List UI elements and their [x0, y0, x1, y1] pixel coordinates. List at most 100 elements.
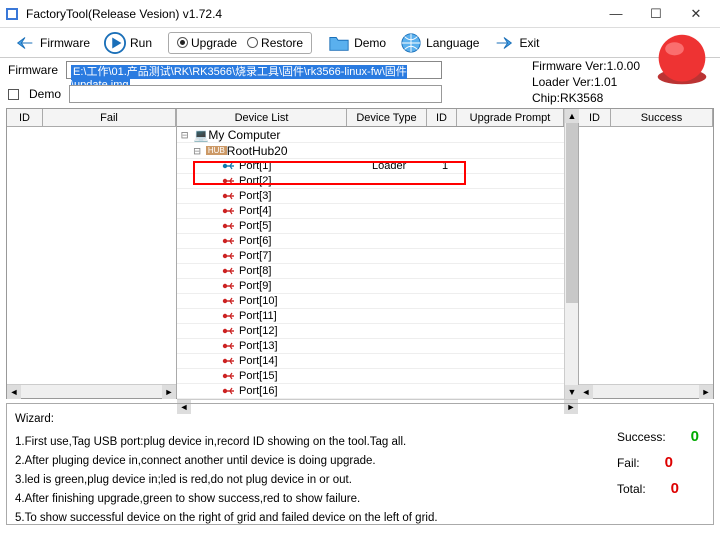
usb-icon	[222, 341, 234, 351]
tree-port[interactable]: Port[5]	[177, 219, 564, 234]
language-label: Language	[426, 36, 479, 50]
start-big-button[interactable]	[654, 32, 710, 88]
usb-icon	[222, 176, 234, 186]
demo-checkbox[interactable]	[8, 89, 19, 100]
language-button[interactable]: Language	[394, 30, 485, 56]
radio-icon	[177, 37, 188, 48]
stats-fail-label: Fail:	[617, 456, 640, 470]
exit-button[interactable]: Exit	[487, 30, 545, 56]
scroll-up-icon[interactable]: ▲	[565, 109, 579, 123]
tree-port[interactable]: Port[14]	[177, 354, 564, 369]
tree-port[interactable]: Port[3]	[177, 189, 564, 204]
exit-label: Exit	[519, 36, 539, 50]
scroll-down-icon[interactable]: ▼	[565, 385, 579, 399]
tree-port[interactable]: Port[11]	[177, 309, 564, 324]
scroll-thumb[interactable]	[566, 123, 578, 303]
tree-port[interactable]: Port[12]	[177, 324, 564, 339]
fail-header-id: ID	[7, 109, 43, 126]
scroll-right-icon[interactable]: ►	[162, 385, 176, 399]
maximize-button[interactable]: ☐	[636, 3, 676, 25]
tree-root[interactable]: ⊟ 💻 My Computer	[177, 127, 564, 143]
wizard-line: 5.To show successful device on the right…	[15, 509, 705, 528]
demo-label: Demo	[354, 36, 386, 50]
demo-row: Demo	[0, 82, 450, 106]
tree-port[interactable]: Port[4]	[177, 204, 564, 219]
device-tree[interactable]: ⊟ 💻 My Computer ⊟ HUB RootHub20 Port[1] …	[177, 127, 564, 399]
tree-port[interactable]: Port[2]	[177, 174, 564, 189]
main-grid-area: ID Fail ◄ ► Device List Device Type ID U…	[6, 108, 714, 399]
success-grid: ID Success ◄ ►	[578, 109, 713, 398]
success-header-success: Success	[611, 109, 713, 126]
usb-icon	[222, 206, 234, 216]
scrollbar-horizontal[interactable]: ◄ ►	[177, 399, 578, 400]
success-header-id: ID	[579, 109, 611, 126]
wizard-heading: Wizard:	[15, 410, 705, 429]
play-icon	[104, 32, 126, 54]
restore-radio[interactable]: Restore	[247, 36, 303, 50]
scrollbar-vertical[interactable]: ▲ ▼	[564, 109, 578, 399]
scrollbar-horizontal[interactable]: ◄ ►	[579, 384, 713, 398]
minimize-button[interactable]: —	[596, 3, 636, 25]
usb-icon	[222, 281, 234, 291]
close-button[interactable]: ✕	[676, 3, 716, 25]
success-grid-body	[579, 127, 713, 384]
folder-icon	[328, 32, 350, 54]
mode-radio-group: Upgrade Restore	[168, 32, 312, 54]
globe-icon	[400, 32, 422, 54]
usb-icon	[222, 296, 234, 306]
radio-icon	[247, 37, 258, 48]
firmware-version: Firmware Ver:1.0.00	[532, 58, 640, 74]
demo-path-input[interactable]	[69, 85, 442, 103]
device-list-grid: Device List Device Type ID Upgrade Promp…	[177, 109, 578, 398]
usb-icon	[222, 266, 234, 276]
stats-block: Success: 0 Fail: 0 Total: 0	[617, 424, 699, 502]
demo-button[interactable]: Demo	[322, 30, 392, 56]
usb-icon	[222, 191, 234, 201]
run-button[interactable]: Run	[98, 30, 158, 56]
wizard-line: 4.After finishing upgrade,green to show …	[15, 490, 705, 509]
firmware-button[interactable]: Firmware	[8, 30, 96, 56]
loader-version: Loader Ver:1.01	[532, 74, 640, 90]
usb-icon	[222, 311, 234, 321]
computer-icon: 💻	[193, 128, 208, 142]
header-id: ID	[427, 109, 457, 126]
usb-icon	[222, 161, 234, 171]
tree-port[interactable]: Port[8]	[177, 264, 564, 279]
stats-total-label: Total:	[617, 482, 646, 496]
arrow-left-icon	[14, 32, 36, 54]
usb-icon	[222, 356, 234, 366]
wizard-line: 1.First use,Tag USB port:plug device in,…	[15, 433, 705, 452]
tree-port[interactable]: Port[15]	[177, 369, 564, 384]
usb-icon	[222, 326, 234, 336]
run-label: Run	[130, 36, 152, 50]
header-device-list: Device List	[177, 109, 347, 126]
tree-hub[interactable]: ⊟ HUB RootHub20	[177, 143, 564, 159]
tree-port[interactable]: Port[16]	[177, 384, 564, 399]
usb-icon	[222, 371, 234, 381]
demo-field-label: Demo	[29, 87, 63, 101]
stats-total-value: 0	[649, 476, 679, 502]
scroll-right-icon[interactable]: ►	[699, 385, 713, 399]
wizard-panel: Wizard: 1.First use,Tag USB port:plug de…	[6, 403, 714, 525]
arrow-right-icon	[493, 32, 515, 54]
scroll-left-icon[interactable]: ◄	[579, 385, 593, 399]
tree-port[interactable]: Port[7]	[177, 249, 564, 264]
tree-port[interactable]: Port[10]	[177, 294, 564, 309]
usb-icon	[222, 236, 234, 246]
usb-icon	[222, 386, 234, 396]
scrollbar-horizontal[interactable]: ◄ ►	[7, 384, 176, 398]
tree-port[interactable]: Port[6]	[177, 234, 564, 249]
window-title: FactoryTool(Release Vesion) v1.72.4	[26, 7, 596, 21]
firmware-path-input[interactable]: E:\工作\01.产品测试\RK\RK3566\烧录工具\固件\rk3566-l…	[66, 61, 442, 79]
scroll-left-icon[interactable]: ◄	[7, 385, 21, 399]
stats-fail-value: 0	[643, 450, 673, 476]
upgrade-radio[interactable]: Upgrade	[177, 36, 237, 50]
wizard-line: 3.led is green,plug device in;led is red…	[15, 471, 705, 490]
tree-port[interactable]: Port[9]	[177, 279, 564, 294]
stats-success-value: 0	[669, 424, 699, 450]
tree-port[interactable]: Port[13]	[177, 339, 564, 354]
hub-icon: HUB	[206, 146, 227, 155]
fail-grid: ID Fail ◄ ►	[7, 109, 177, 398]
tree-port[interactable]: Port[1] Loader 1	[177, 159, 564, 174]
fail-header-fail: Fail	[43, 109, 176, 126]
